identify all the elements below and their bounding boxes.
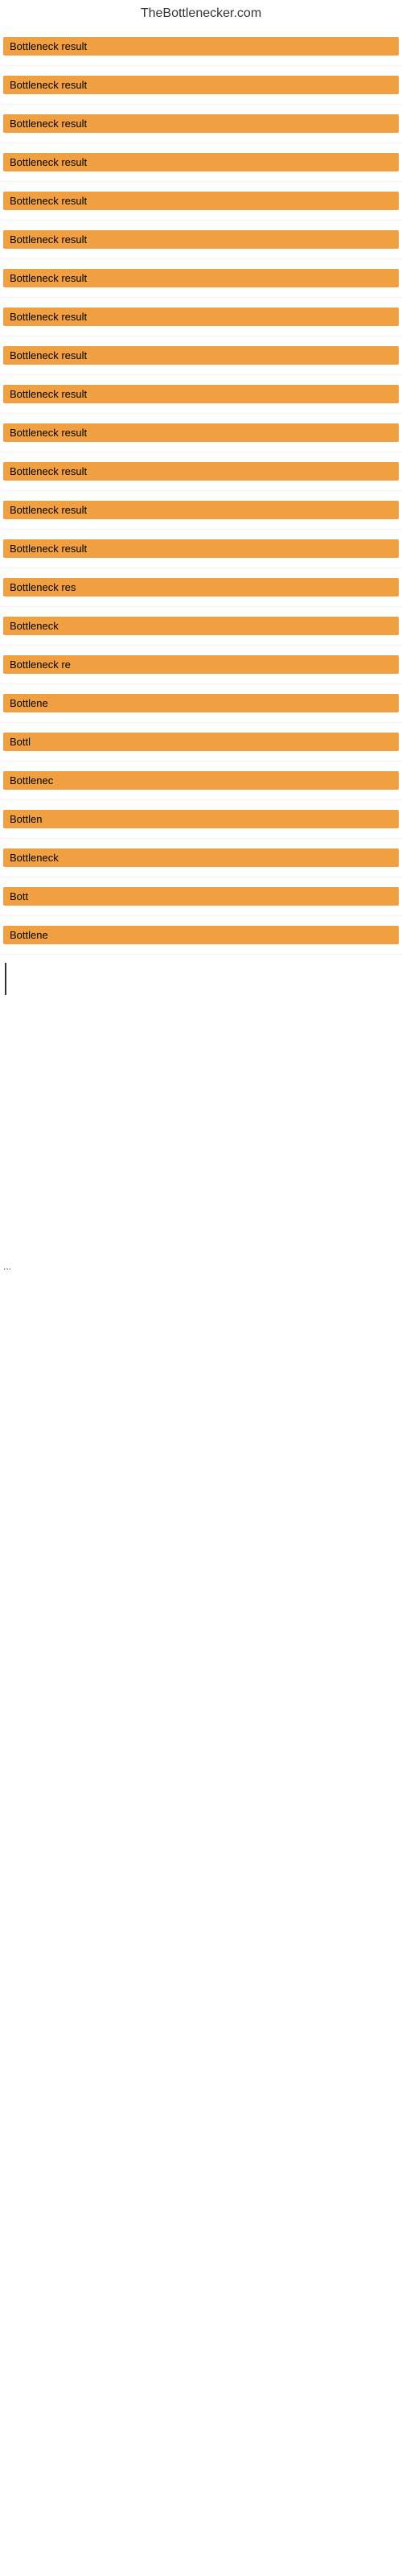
bottleneck-badge-19[interactable]: Bottl (3, 733, 399, 751)
site-title: TheBottlenecker.com (0, 0, 402, 27)
bottleneck-badge-5[interactable]: Bottleneck result (3, 192, 399, 210)
bottleneck-row-22: Bottleneck (0, 839, 402, 877)
bottleneck-row-16: Bottleneck (0, 607, 402, 646)
vertical-indicator (0, 955, 402, 1003)
bottleneck-badge-18[interactable]: Bottlene (3, 694, 399, 712)
bottleneck-row-7: Bottleneck result (0, 259, 402, 298)
bottleneck-row-14: Bottleneck result (0, 530, 402, 568)
bottleneck-row-1: Bottleneck result (0, 27, 402, 66)
bottleneck-row-4: Bottleneck result (0, 143, 402, 182)
bottom-section (0, 1288, 402, 1771)
bottleneck-badge-21[interactable]: Bottlen (3, 810, 399, 828)
bottleneck-row-24: Bottlene (0, 916, 402, 955)
bottleneck-row-23: Bott (0, 877, 402, 916)
bottleneck-badge-1[interactable]: Bottleneck result (3, 37, 399, 56)
bottleneck-row-13: Bottleneck result (0, 491, 402, 530)
bottleneck-row-19: Bottl (0, 723, 402, 762)
bottleneck-badge-14[interactable]: Bottleneck result (3, 539, 399, 558)
bottleneck-row-20: Bottlenec (0, 762, 402, 800)
bottleneck-badge-3[interactable]: Bottleneck result (3, 114, 399, 133)
bottleneck-badge-22[interactable]: Bottleneck (3, 848, 399, 867)
bottleneck-badge-23[interactable]: Bott (3, 887, 399, 906)
bottleneck-row-17: Bottleneck re (0, 646, 402, 684)
bottleneck-badge-13[interactable]: Bottleneck result (3, 501, 399, 519)
bottleneck-row-18: Bottlene (0, 684, 402, 723)
bottleneck-badge-7[interactable]: Bottleneck result (3, 269, 399, 287)
page-container: TheBottlenecker.com Bottleneck result Bo… (0, 0, 402, 1771)
bottleneck-badge-16[interactable]: Bottleneck (3, 617, 399, 635)
bottleneck-row-10: Bottleneck result (0, 375, 402, 414)
bottleneck-badge-4[interactable]: Bottleneck result (3, 153, 399, 171)
bottleneck-row-8: Bottleneck result (0, 298, 402, 336)
bottleneck-badge-17[interactable]: Bottleneck re (3, 655, 399, 674)
bottleneck-row-12: Bottleneck result (0, 452, 402, 491)
empty-space-1 (0, 1003, 402, 1245)
bottleneck-row-2: Bottleneck result (0, 66, 402, 105)
bottleneck-badge-10[interactable]: Bottleneck result (3, 385, 399, 403)
bottleneck-row-9: Bottleneck result (0, 336, 402, 375)
bottleneck-badge-2[interactable]: Bottleneck result (3, 76, 399, 94)
bottleneck-badge-9[interactable]: Bottleneck result (3, 346, 399, 365)
bottleneck-badge-6[interactable]: Bottleneck result (3, 230, 399, 249)
bottleneck-row-11: Bottleneck result (0, 414, 402, 452)
bottleneck-row-3: Bottleneck result (0, 105, 402, 143)
ellipsis-indicator: ... (0, 1245, 402, 1288)
bottleneck-badge-11[interactable]: Bottleneck result (3, 423, 399, 442)
bottleneck-row-15: Bottleneck res (0, 568, 402, 607)
bottleneck-badge-15[interactable]: Bottleneck res (3, 578, 399, 597)
bottleneck-row-5: Bottleneck result (0, 182, 402, 221)
bottleneck-badge-20[interactable]: Bottlenec (3, 771, 399, 790)
bottleneck-badge-8[interactable]: Bottleneck result (3, 308, 399, 326)
bottleneck-row-21: Bottlen (0, 800, 402, 839)
bottleneck-badge-24[interactable]: Bottlene (3, 926, 399, 944)
bottleneck-badge-12[interactable]: Bottleneck result (3, 462, 399, 481)
ellipsis-text: ... (3, 1261, 11, 1272)
bottleneck-row-6: Bottleneck result (0, 221, 402, 259)
